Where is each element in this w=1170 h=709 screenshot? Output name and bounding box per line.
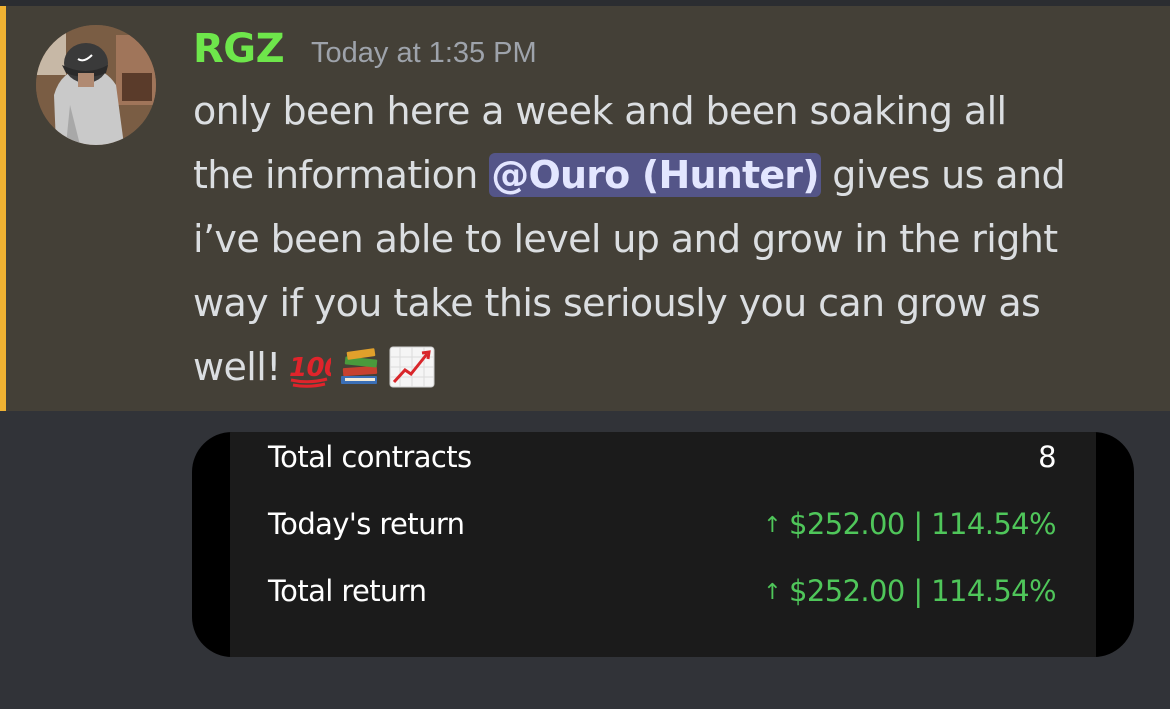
stats-row-total-return: Total return ↑ $252.00 | 114.54% bbox=[268, 569, 1057, 613]
books-icon bbox=[337, 343, 383, 407]
avatar[interactable] bbox=[36, 25, 156, 145]
arrow-up-icon: ↑ bbox=[763, 580, 782, 605]
message-text: well! bbox=[193, 345, 281, 389]
message-text: the information bbox=[193, 153, 478, 197]
return-amount: $252.00 | 114.54% bbox=[789, 507, 1057, 541]
return-amount: $252.00 | 114.54% bbox=[789, 574, 1057, 608]
stats-panel: Total contracts 8 Today's return ↑ $252.0… bbox=[230, 432, 1096, 657]
stats-row-todays-return: Today's return ↑ $252.00 | 114.54% bbox=[268, 502, 1057, 546]
message-content: only been here a week and been soaking a… bbox=[193, 79, 1163, 399]
chat-message: RGZ Today at 1:35 PM only been here a we… bbox=[0, 6, 1170, 411]
message-line: i’ve been able to level up and grow in t… bbox=[193, 217, 1058, 261]
chart-increasing-icon bbox=[389, 343, 435, 407]
user-mention[interactable]: @Ouro (Hunter) bbox=[489, 153, 821, 197]
message-line: only been here a week and been soaking a… bbox=[193, 89, 1007, 133]
avatar-image bbox=[36, 25, 156, 145]
arrow-up-icon: ↑ bbox=[763, 513, 782, 538]
stat-label: Total contracts bbox=[268, 440, 472, 474]
stat-value: ↑ $252.00 | 114.54% bbox=[763, 574, 1056, 608]
stat-label: Total return bbox=[268, 574, 427, 608]
stat-label: Today's return bbox=[268, 507, 465, 541]
hundred-points-icon: 100 bbox=[287, 343, 342, 407]
stats-row-total-contracts: Total contracts 8 bbox=[268, 435, 1057, 479]
author-name[interactable]: RGZ bbox=[193, 27, 285, 71]
message-line: the information @Ouro (Hunter) gives us … bbox=[193, 143, 1163, 207]
message-text: gives us and bbox=[832, 153, 1065, 197]
mention-highlight-bar bbox=[0, 6, 6, 411]
trading-stats-card: Total contracts 8 Today's return ↑ $252.0… bbox=[192, 432, 1134, 657]
message-timestamp: Today at 1:35 PM bbox=[311, 37, 537, 69]
stat-value: 8 bbox=[1038, 440, 1056, 474]
message-line: way if you take this seriously you can g… bbox=[193, 281, 1041, 325]
stat-value: ↑ $252.00 | 114.54% bbox=[763, 507, 1056, 541]
message-line: well! 100 bbox=[193, 335, 1163, 399]
